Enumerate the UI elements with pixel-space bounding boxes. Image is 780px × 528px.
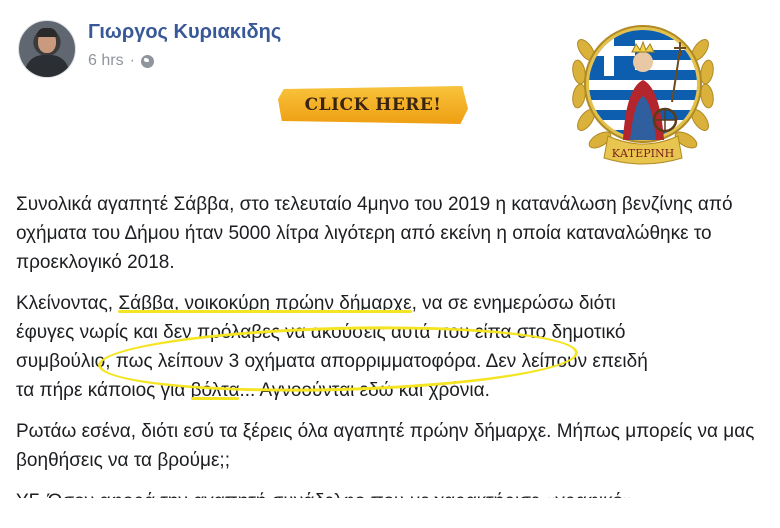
- saint-katerini-emblem: ΚΑΤΕΡΙΝΗ: [572, 25, 714, 165]
- post-paragraph-2: Κλείνοντας, Σάββα, νοικοκύρη πρώην δήμαρ…: [16, 289, 756, 405]
- author-name[interactable]: Γιωργος Κυριακιδης: [88, 21, 281, 44]
- underlined-word: βόλτα: [190, 380, 240, 401]
- yellow-underline-2: [190, 397, 240, 400]
- profile-avatar[interactable]: [18, 20, 76, 78]
- underlined-phrase: Σάββα, νοικοκύρη πρώην δήμαρχε: [118, 293, 412, 314]
- crop-edge: [0, 498, 780, 515]
- post-time[interactable]: 6 hrs: [88, 52, 124, 70]
- globe-icon[interactable]: [140, 54, 154, 68]
- post-meta: 6 hrs ·: [88, 52, 154, 70]
- paragraph2-line4a: τα πήρε κάποιος για: [16, 380, 191, 401]
- yellow-underline: [118, 310, 412, 313]
- paragraph2-line3: συμβούλιο, πως λείπουν 3 οχήματα απορριμ…: [16, 351, 648, 372]
- paragraph2-intro: Κλείνοντας,: [16, 293, 119, 314]
- post-paragraph-1: Συνολικά αγαπητέ Σάββα, στο τελευταίο 4μ…: [16, 194, 733, 273]
- post-paragraph-3: Ρωτάω εσένα, διότι εσύ τα ξέρεις όλα αγα…: [16, 421, 755, 471]
- click-here-button[interactable]: CLICK HERE!: [278, 86, 468, 124]
- emblem-label: ΚΑΤΕΡΙΝΗ: [612, 147, 675, 160]
- avatar-suit: [25, 55, 69, 77]
- post-body: Συνολικά αγαπητέ Σάββα, στο τελευταίο 4μ…: [16, 190, 756, 528]
- avatar-hair: [37, 28, 57, 37]
- meta-separator: ·: [129, 52, 135, 69]
- paragraph2-line4c: ... Αγνοούνται εδώ και χρόνια.: [239, 380, 490, 401]
- paragraph2-line2: έφυγες νωρίς και δεν πρόλαβες να ακούσει…: [16, 322, 626, 343]
- paragraph2-rest: , να σε ενημερώσω διότι: [411, 293, 616, 314]
